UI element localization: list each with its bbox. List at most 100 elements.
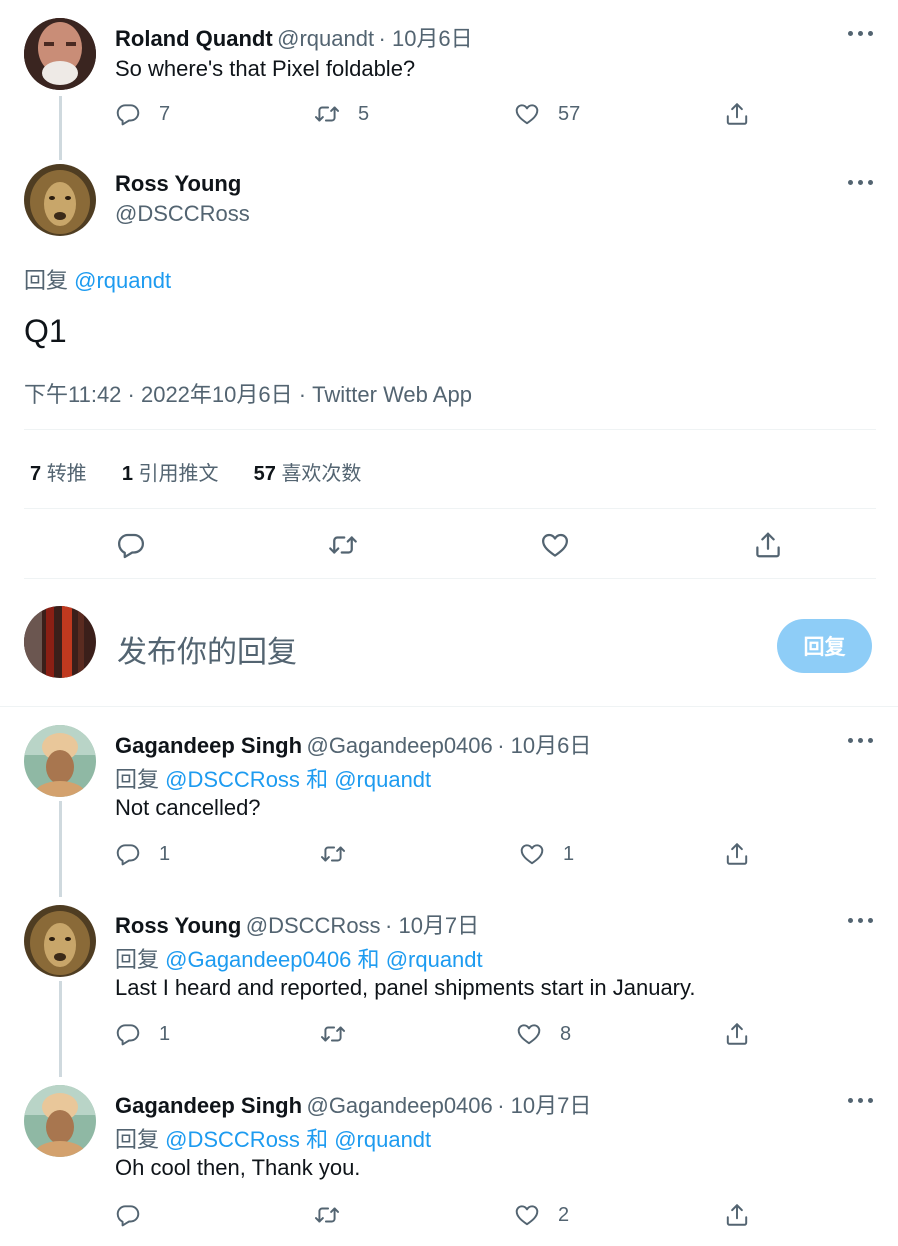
reply-icon bbox=[116, 530, 146, 560]
retweet-button[interactable] bbox=[314, 1202, 358, 1228]
like-button[interactable]: 2 bbox=[514, 1202, 569, 1228]
share-icon bbox=[724, 1202, 750, 1228]
divider bbox=[24, 429, 876, 430]
author-name[interactable]: Ross Young bbox=[115, 913, 241, 938]
mention-link[interactable]: @DSCCRoss bbox=[165, 1127, 300, 1152]
retweet-icon bbox=[314, 101, 340, 127]
author-handle[interactable]: @Gagandeep0406 bbox=[306, 733, 492, 758]
tweet-text: Last I heard and reported, panel shipmen… bbox=[115, 975, 696, 1000]
share-button[interactable] bbox=[753, 530, 783, 560]
share-button[interactable] bbox=[724, 841, 750, 867]
reply-prefix: 回复 bbox=[24, 268, 69, 293]
tweet-date[interactable]: · 10月7日 bbox=[385, 913, 479, 938]
avatar-ross-young[interactable] bbox=[24, 905, 96, 977]
author-name[interactable]: Ross Young bbox=[115, 171, 241, 196]
reply-button[interactable]: 7 bbox=[115, 101, 170, 127]
reply-button[interactable]: 1 bbox=[115, 841, 170, 867]
likes-stat[interactable]: 57 喜欢次数 bbox=[254, 463, 362, 485]
retweet-button[interactable] bbox=[320, 841, 364, 867]
tweet-timestamp[interactable]: 下午11:42 · 2022年10月6日 · Twitter Web App bbox=[24, 377, 472, 409]
reply-context: 回复 @Gagandeep0406 和 @rquandt bbox=[115, 942, 483, 974]
reply-prefix: 回复 bbox=[115, 767, 160, 792]
tweet-header: Gagandeep Singh @Gagandeep0406 · 10月7日 bbox=[115, 1088, 591, 1120]
like-button[interactable]: 1 bbox=[519, 841, 574, 867]
more-icon[interactable] bbox=[848, 1098, 876, 1106]
avatar-ross-young[interactable] bbox=[24, 164, 96, 236]
reply-icon bbox=[115, 101, 141, 127]
retweet-icon bbox=[314, 1202, 340, 1228]
mention-link[interactable]: @rquandt bbox=[334, 767, 431, 792]
like-button[interactable]: 57 bbox=[514, 101, 580, 127]
mention-link[interactable]: @rquandt bbox=[334, 1127, 431, 1152]
like-button[interactable]: 8 bbox=[516, 1021, 571, 1047]
retweets-stat[interactable]: 7 转推 bbox=[30, 463, 87, 485]
author-handle[interactable]: @Gagandeep0406 bbox=[306, 1093, 492, 1118]
reply-icon bbox=[115, 1202, 141, 1228]
avatar-image bbox=[24, 606, 96, 678]
divider bbox=[24, 508, 876, 509]
tweet-text: Not cancelled? bbox=[115, 795, 261, 820]
more-icon[interactable] bbox=[848, 738, 876, 746]
tweet-date[interactable]: · 10月6日 bbox=[379, 26, 473, 51]
avatar-roland-quandt[interactable] bbox=[24, 18, 96, 90]
tweet-header: Gagandeep Singh @Gagandeep0406 · 10月6日 bbox=[115, 728, 591, 760]
reply-button[interactable] bbox=[116, 530, 146, 560]
like-count: 8 bbox=[560, 1022, 572, 1045]
avatar-gagandeep-singh[interactable] bbox=[24, 1085, 96, 1157]
main-author-handle[interactable]: @DSCCRoss bbox=[115, 201, 250, 227]
reply-and: 和 bbox=[306, 767, 329, 792]
author-name[interactable]: Gagandeep Singh bbox=[115, 733, 302, 758]
more-icon[interactable] bbox=[848, 918, 876, 926]
more-icon[interactable] bbox=[848, 180, 876, 188]
reply-submit-button[interactable]: 回复 bbox=[777, 619, 872, 673]
thread-line bbox=[59, 981, 62, 1077]
author-handle[interactable]: @rquandt bbox=[277, 26, 374, 51]
avatar-gagandeep-singh[interactable] bbox=[24, 725, 96, 797]
quotes-stat[interactable]: 1 引用推文 bbox=[122, 463, 219, 485]
share-icon bbox=[724, 1021, 750, 1047]
author-name[interactable]: Gagandeep Singh bbox=[115, 1093, 302, 1118]
main-tweet-text: Q1 bbox=[24, 313, 67, 349]
like-button[interactable] bbox=[540, 530, 570, 560]
avatar-image bbox=[24, 1085, 96, 1157]
reply-button[interactable] bbox=[115, 1202, 159, 1228]
compose-input[interactable]: 发布你的回复 bbox=[117, 627, 297, 671]
retweet-icon bbox=[320, 1021, 346, 1047]
reply-prefix: 回复 bbox=[115, 1127, 160, 1152]
tweet-text: Oh cool then, Thank you. bbox=[115, 1155, 361, 1180]
avatar-current-user[interactable] bbox=[24, 606, 96, 678]
more-icon[interactable] bbox=[848, 31, 876, 39]
main-author-name[interactable]: Ross Young bbox=[115, 171, 241, 197]
tweet-date[interactable]: · 10月7日 bbox=[497, 1093, 591, 1118]
author-name[interactable]: Roland Quandt bbox=[115, 26, 273, 51]
heart-icon bbox=[514, 101, 540, 127]
tweet-header: Ross Young @DSCCRoss · 10月7日 bbox=[115, 908, 479, 940]
author-handle[interactable]: @DSCCRoss bbox=[246, 913, 381, 938]
share-button[interactable] bbox=[724, 1202, 750, 1228]
share-button[interactable] bbox=[724, 1021, 750, 1047]
like-count: 1 bbox=[563, 842, 575, 865]
heart-icon bbox=[519, 841, 545, 867]
retweet-count: 5 bbox=[358, 102, 370, 125]
mention-link[interactable]: @rquandt bbox=[386, 947, 483, 972]
retweet-button[interactable] bbox=[320, 1021, 364, 1047]
avatar-image bbox=[24, 725, 96, 797]
mention-link[interactable]: @Gagandeep0406 bbox=[165, 947, 351, 972]
reply-button[interactable]: 1 bbox=[115, 1021, 170, 1047]
reply-context: 回复 @rquandt bbox=[24, 263, 171, 295]
retweet-button[interactable] bbox=[327, 530, 359, 560]
heart-icon bbox=[514, 1202, 540, 1228]
retweet-icon bbox=[320, 841, 346, 867]
mention-link[interactable]: @DSCCRoss bbox=[165, 767, 300, 792]
share-icon bbox=[724, 841, 750, 867]
heart-icon bbox=[516, 1021, 542, 1047]
avatar-image bbox=[24, 905, 96, 977]
thread-line bbox=[59, 96, 62, 160]
reply-prefix: 回复 bbox=[115, 947, 160, 972]
share-button[interactable] bbox=[724, 101, 750, 127]
tweet-date[interactable]: · 10月6日 bbox=[497, 733, 591, 758]
retweet-button[interactable]: 5 bbox=[314, 101, 369, 127]
mention-link[interactable]: @rquandt bbox=[74, 268, 171, 293]
heart-icon bbox=[540, 530, 570, 560]
retweet-icon bbox=[327, 530, 359, 560]
